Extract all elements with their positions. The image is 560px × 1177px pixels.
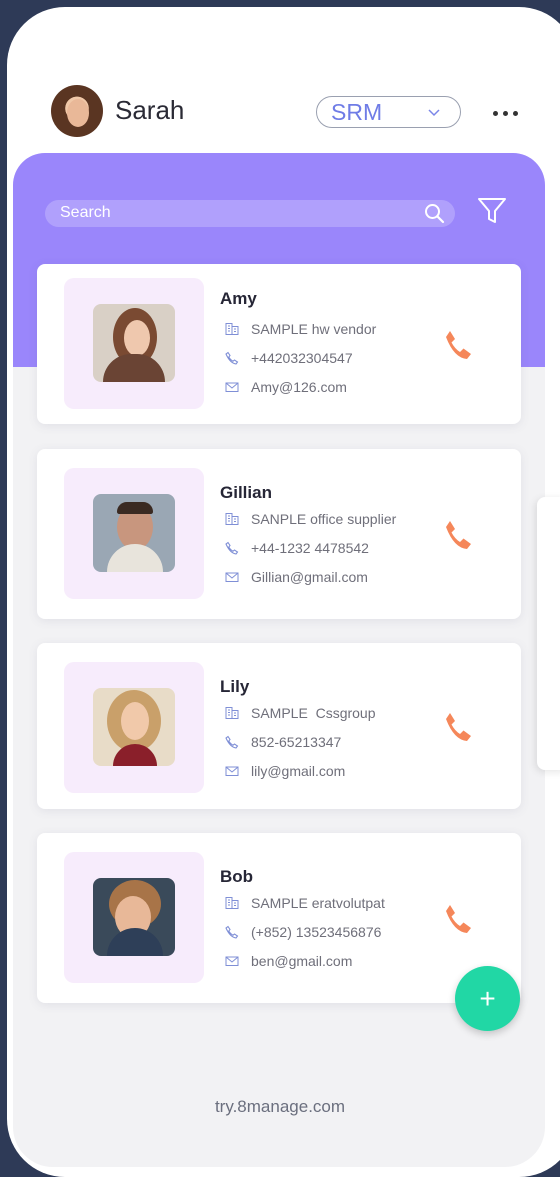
phone-icon — [225, 351, 239, 365]
app-header: Sarah SRM — [7, 7, 560, 167]
call-icon[interactable] — [437, 902, 473, 936]
mail-icon — [225, 766, 239, 776]
filter-icon[interactable] — [476, 195, 508, 227]
contact-photo-frame — [64, 278, 204, 409]
contact-phone: +44-1232 4478542 — [225, 540, 369, 556]
contact-phone: 852-65213347 — [225, 734, 341, 750]
chevron-down-icon — [428, 109, 440, 117]
search-icon[interactable] — [424, 203, 445, 224]
module-select-value: SRM — [331, 98, 383, 125]
contact-card[interactable]: Lily SAMPLE Cssgroup 852-65213347 lily@g… — [37, 643, 521, 809]
call-icon[interactable] — [437, 518, 473, 552]
phone-icon — [225, 735, 239, 749]
contact-email: Gillian@gmail.com — [225, 569, 368, 585]
contact-company: SAMPLE eratvolutpat — [225, 895, 385, 911]
contact-photo — [93, 688, 175, 766]
contact-phone: +442032304547 — [225, 350, 353, 366]
contact-company: SAMPLE hw vendor — [225, 321, 376, 337]
phone-icon — [225, 925, 239, 939]
call-icon[interactable] — [437, 710, 473, 744]
mail-icon — [225, 382, 239, 392]
contact-phone: (+852) 13523456876 — [225, 924, 381, 940]
contact-name: Lily — [220, 677, 250, 696]
contact-card[interactable]: Bob SAMPLE eratvolutpat (+852) 135234568… — [37, 833, 521, 1003]
contact-name: Bob — [220, 867, 254, 886]
username: Sarah — [115, 95, 185, 125]
contact-photo-frame — [64, 852, 204, 983]
building-icon — [225, 513, 239, 525]
contact-photo-frame — [64, 662, 204, 793]
search-bar[interactable]: Search — [45, 200, 455, 227]
contact-name: Amy — [220, 289, 257, 308]
building-icon — [225, 897, 239, 909]
mail-icon — [225, 956, 239, 966]
mail-icon — [225, 572, 239, 582]
contact-card[interactable]: Amy SAMPLE hw vendor +442032304547 Amy@1… — [37, 264, 521, 424]
call-icon[interactable] — [437, 328, 473, 362]
side-drawer-edge[interactable] — [537, 497, 560, 770]
more-horizontal-icon[interactable] — [493, 111, 518, 116]
building-icon — [225, 707, 239, 719]
contact-photo — [93, 878, 175, 956]
avatar-face — [67, 99, 89, 127]
user-avatar[interactable] — [51, 85, 103, 137]
contact-photo — [93, 494, 175, 572]
contact-company: SAMPLE Cssgroup — [225, 705, 376, 721]
contact-photo-frame — [64, 468, 204, 599]
module-select[interactable]: SRM — [316, 96, 461, 128]
contact-card[interactable]: Gillian SANPLE office supplier +44-1232 … — [37, 449, 521, 619]
footer-url: try.8manage.com — [214, 1097, 346, 1116]
contact-email: ben@gmail.com — [225, 953, 352, 969]
phone-icon — [225, 541, 239, 555]
search-input[interactable]: Search — [60, 204, 111, 222]
contact-name: Gillian — [220, 483, 272, 502]
contact-company: SANPLE office supplier — [225, 511, 396, 527]
contact-email: lily@gmail.com — [225, 763, 345, 779]
contact-photo — [93, 304, 175, 382]
contact-email: Amy@126.com — [225, 379, 347, 395]
building-icon — [225, 323, 239, 335]
add-contact-button[interactable]: + — [455, 966, 520, 1031]
